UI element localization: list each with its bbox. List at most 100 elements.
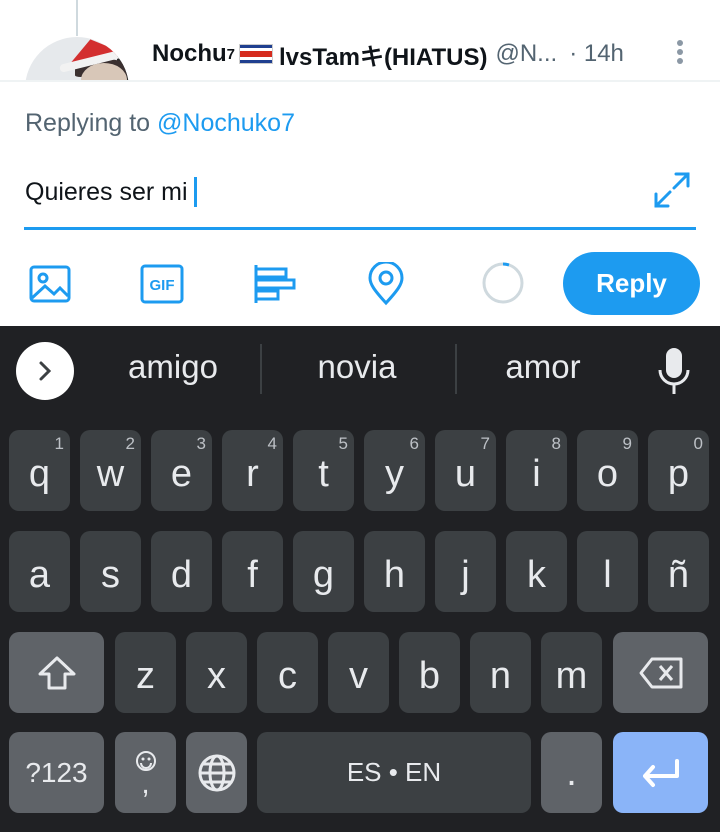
key-k-label: k <box>527 554 546 596</box>
key-o-label: o <box>596 453 619 495</box>
key-t-label: t <box>318 453 329 495</box>
more-options-icon[interactable] <box>672 38 688 66</box>
key-s[interactable]: s <box>80 531 141 612</box>
return-arrow-icon <box>642 758 679 787</box>
key-r-label: r <box>246 453 259 495</box>
suggestion-2[interactable]: novia <box>272 348 442 386</box>
microphone-icon[interactable] <box>656 346 692 396</box>
key-x-label: x <box>207 655 226 697</box>
key-w-digit-hint: 2 <box>125 434 135 453</box>
character-count-ring <box>482 262 524 304</box>
key-b[interactable]: b <box>399 632 460 713</box>
key-r-digit-hint: 4 <box>267 434 277 453</box>
key-d-label: d <box>170 554 193 596</box>
text-caret <box>193 177 197 207</box>
display-name-rest[interactable]: lvsTamキ(HIATUS) <box>279 37 487 72</box>
poll-icon[interactable] <box>252 262 296 306</box>
key-m[interactable]: m <box>541 632 602 713</box>
backspace-key[interactable] <box>613 632 708 713</box>
key-p[interactable]: p0 <box>648 430 709 511</box>
key-o-digit-hint: 9 <box>622 434 632 453</box>
divider <box>0 80 720 82</box>
key-e[interactable]: e3 <box>151 430 212 511</box>
chevron-right-icon <box>39 361 52 381</box>
key-v-label: v <box>349 655 368 697</box>
suggestion-expand-button[interactable] <box>16 342 74 400</box>
keyboard: amigo novia amor ?123 , ES • EN . q 1 w … <box>0 326 720 832</box>
gif-icon[interactable]: GIF <box>140 262 184 306</box>
image-icon[interactable] <box>28 262 72 306</box>
key-z-label: z <box>136 655 155 697</box>
enter-key[interactable] <box>613 732 708 813</box>
suggestion-divider <box>455 344 457 394</box>
key-f[interactable]: f <box>222 531 283 612</box>
key-l-label: l <box>603 554 612 596</box>
key-n-tilde[interactable]: ñ <box>648 531 709 612</box>
reply-input[interactable]: Quieres ser mi <box>25 177 197 207</box>
key-c[interactable]: c <box>257 632 318 713</box>
key-a-label: a <box>28 554 51 596</box>
key-s-label: s <box>101 554 120 596</box>
display-name-superscript: 7 <box>226 45 236 63</box>
period-key[interactable]: . <box>541 732 602 813</box>
key-p-digit-hint: 0 <box>693 434 703 453</box>
key-z[interactable]: z <box>115 632 176 713</box>
replying-to-mention[interactable]: @Nochuko7 <box>157 109 295 137</box>
location-icon[interactable] <box>364 262 408 306</box>
user-handle[interactable]: @N... <box>495 40 557 68</box>
key-e-digit-hint: 3 <box>196 434 206 453</box>
suggestion-3[interactable]: amor <box>458 348 628 386</box>
key-y-label: y <box>385 453 404 495</box>
backspace-icon <box>639 657 682 688</box>
key-g-label: g <box>312 554 335 596</box>
key-o[interactable]: o9 <box>577 430 638 511</box>
language-key[interactable] <box>186 732 247 813</box>
replying-to-line: Replying to @Nochuko7 <box>25 109 295 138</box>
key-l[interactable]: l <box>577 531 638 612</box>
tweet-time: · 14h <box>569 40 624 67</box>
key-i-digit-hint: 8 <box>551 434 561 453</box>
reply-button[interactable]: Reply <box>563 252 700 315</box>
suggestion-1[interactable]: amigo <box>88 348 258 386</box>
key-g[interactable]: g <box>293 531 354 612</box>
expand-icon[interactable] <box>650 168 694 212</box>
key-y[interactable]: y6 <box>364 430 425 511</box>
key-r[interactable]: r4 <box>222 430 283 511</box>
key-i[interactable]: i8 <box>506 430 567 511</box>
key-m-label: m <box>555 655 588 697</box>
suggestion-divider <box>260 344 262 394</box>
key-n-label: n <box>489 655 512 697</box>
key-w-label: w <box>96 453 125 495</box>
display-name[interactable]: Nochu <box>152 40 227 68</box>
symbols-key[interactable]: ?123 <box>9 732 104 813</box>
key-n[interactable]: n <box>470 632 531 713</box>
key-x[interactable]: x <box>186 632 247 713</box>
costa-rica-flag-icon <box>239 44 274 64</box>
key-a[interactable]: a <box>9 531 70 612</box>
key-d[interactable]: d <box>151 531 212 612</box>
key-u-label: u <box>454 453 477 495</box>
key-k[interactable]: k <box>506 531 567 612</box>
key-j-label: j <box>461 554 470 596</box>
key-u-digit-hint: 7 <box>480 434 490 453</box>
replying-prefix: Replying to <box>25 109 151 137</box>
key-j[interactable]: j <box>435 531 496 612</box>
key-y-digit-hint: 6 <box>409 434 419 453</box>
key-w[interactable]: w2 <box>80 430 141 511</box>
key-n-tilde-label: ñ <box>667 554 690 596</box>
key-v[interactable]: v <box>328 632 389 713</box>
space-key[interactable]: ES • EN <box>257 732 531 813</box>
tweet-header: Nochu 7 lvsTamキ(HIATUS) @N... · 14h <box>152 37 624 72</box>
key-b-label: b <box>418 655 441 697</box>
emoji-comma-key[interactable]: , <box>115 732 176 813</box>
key-q[interactable]: q1 <box>9 430 70 511</box>
globe-icon <box>198 754 235 791</box>
shift-icon <box>38 656 75 689</box>
key-u[interactable]: u7 <box>435 430 496 511</box>
key-t[interactable]: t5 <box>293 430 354 511</box>
thread-line <box>76 0 78 36</box>
key-h[interactable]: h <box>364 531 425 612</box>
key-q-label: q <box>28 453 51 495</box>
shift-key[interactable] <box>9 632 104 713</box>
key-q-digit-hint: 1 <box>54 434 64 453</box>
